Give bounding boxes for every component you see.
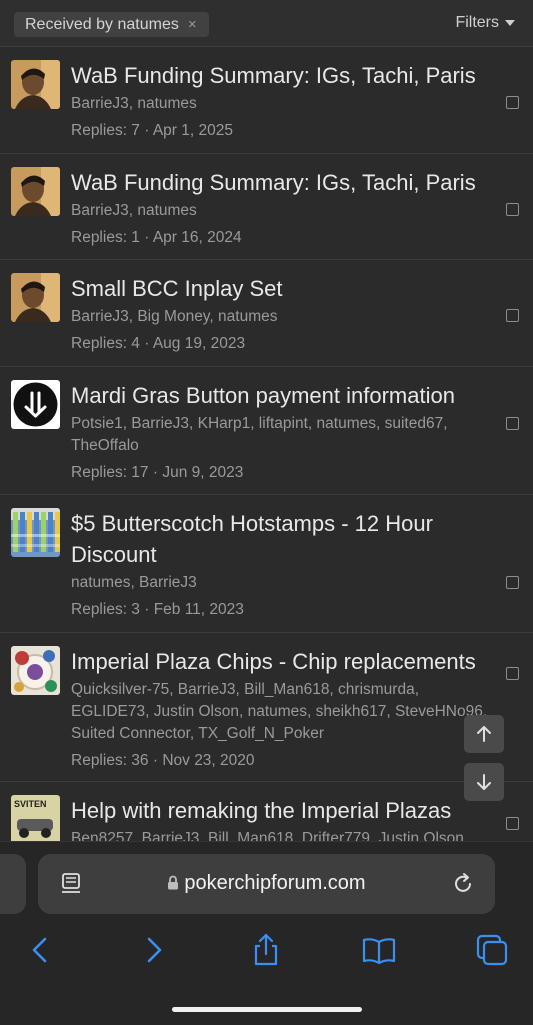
address-bar[interactable]: pokerchipforum.com bbox=[38, 854, 495, 914]
scroll-up-icon bbox=[477, 726, 491, 742]
browser-bar: pokerchipforum.com bbox=[0, 841, 533, 1025]
back-icon[interactable] bbox=[22, 932, 58, 968]
select-checkbox[interactable] bbox=[506, 667, 519, 680]
bookmarks-icon[interactable] bbox=[361, 932, 397, 968]
portrait-avatar[interactable] bbox=[11, 167, 60, 216]
list-item[interactable]: Mardi Gras Button payment information Po… bbox=[0, 367, 533, 495]
select-checkbox[interactable] bbox=[506, 309, 519, 322]
thread-meta: Replies: 17 · Jun 9, 2023 bbox=[71, 464, 244, 481]
list-item[interactable]: $5 Butterscotch Hotstamps - 12 Hour Disc… bbox=[0, 495, 533, 633]
thread-participants: Quicksilver-75, BarrieJ3, Bill_Man618, c… bbox=[71, 681, 488, 742]
list-item[interactable]: Small BCC Inplay Set BarrieJ3, Big Money… bbox=[0, 260, 533, 367]
filter-chip-label: Received by natumes bbox=[25, 15, 179, 33]
thread-meta: Replies: 7 · Apr 1, 2025 bbox=[71, 122, 233, 139]
reload-icon[interactable] bbox=[453, 872, 475, 896]
previous-tab-preview[interactable] bbox=[0, 854, 26, 914]
chevron-down-icon bbox=[505, 20, 515, 26]
lock-icon bbox=[168, 875, 179, 890]
chip-plate-avatar[interactable] bbox=[11, 646, 60, 695]
portrait-avatar[interactable] bbox=[11, 60, 60, 109]
thread-participants: Potsie1, BarrieJ3, KHarp1, liftapint, na… bbox=[71, 415, 448, 454]
thread-title[interactable]: $5 Butterscotch Hotstamps - 12 Hour Disc… bbox=[71, 508, 493, 570]
download-arrow-avatar[interactable] bbox=[11, 380, 60, 429]
select-checkbox[interactable] bbox=[506, 203, 519, 216]
filters-label: Filters bbox=[455, 14, 499, 31]
chip-stacks-avatar[interactable] bbox=[11, 508, 60, 557]
sviten-car-avatar[interactable]: SVITEN bbox=[11, 795, 60, 844]
thread-title[interactable]: Help with remaking the Imperial Plazas bbox=[71, 795, 493, 826]
thread-meta: Replies: 3 · Feb 11, 2023 bbox=[71, 601, 244, 618]
select-checkbox[interactable] bbox=[506, 817, 519, 830]
avatar-text: SVITEN bbox=[14, 799, 47, 809]
scroll-down-button[interactable] bbox=[464, 763, 504, 801]
scroll-down-icon bbox=[477, 774, 491, 790]
select-checkbox[interactable] bbox=[506, 576, 519, 589]
thread-list: WaB Funding Summary: IGs, Tachi, Paris B… bbox=[0, 47, 533, 862]
list-item[interactable]: Imperial Plaza Chips - Chip replacements… bbox=[0, 633, 533, 782]
scroll-up-button[interactable] bbox=[464, 715, 504, 753]
thread-title[interactable]: Imperial Plaza Chips - Chip replacements bbox=[71, 646, 493, 677]
thread-participants: BarrieJ3, natumes bbox=[71, 202, 197, 219]
thread-title[interactable]: Small BCC Inplay Set bbox=[71, 273, 493, 304]
filters-button[interactable]: Filters bbox=[455, 14, 515, 32]
list-item[interactable]: WaB Funding Summary: IGs, Tachi, Paris B… bbox=[0, 47, 533, 154]
portrait-avatar[interactable] bbox=[11, 273, 60, 322]
thread-title[interactable]: WaB Funding Summary: IGs, Tachi, Paris bbox=[71, 167, 493, 198]
close-icon[interactable]: × bbox=[188, 16, 197, 33]
thread-meta: Replies: 4 · Aug 19, 2023 bbox=[71, 335, 246, 352]
thread-participants: BarrieJ3, natumes bbox=[71, 95, 197, 112]
list-item[interactable]: WaB Funding Summary: IGs, Tachi, Paris B… bbox=[0, 154, 533, 260]
share-icon[interactable] bbox=[248, 932, 284, 968]
thread-participants: natumes, BarrieJ3 bbox=[71, 574, 197, 591]
select-checkbox[interactable] bbox=[506, 417, 519, 430]
filter-bar: Received by natumes × Filters bbox=[0, 0, 533, 47]
thread-title[interactable]: Mardi Gras Button payment information bbox=[71, 380, 493, 411]
tabs-icon[interactable] bbox=[474, 932, 510, 968]
url-text[interactable]: pokerchipforum.com bbox=[38, 872, 495, 895]
thread-participants: BarrieJ3, Big Money, natumes bbox=[71, 308, 278, 325]
forward-icon[interactable] bbox=[136, 932, 172, 968]
active-filter-chip[interactable]: Received by natumes × bbox=[14, 12, 209, 37]
home-indicator[interactable] bbox=[172, 1007, 362, 1012]
select-checkbox[interactable] bbox=[506, 96, 519, 109]
url-label: pokerchipforum.com bbox=[184, 872, 366, 894]
thread-title[interactable]: WaB Funding Summary: IGs, Tachi, Paris bbox=[71, 60, 493, 91]
thread-meta: Replies: 36 · Nov 23, 2020 bbox=[71, 752, 255, 769]
thread-meta: Replies: 1 · Apr 16, 2024 bbox=[71, 229, 242, 246]
